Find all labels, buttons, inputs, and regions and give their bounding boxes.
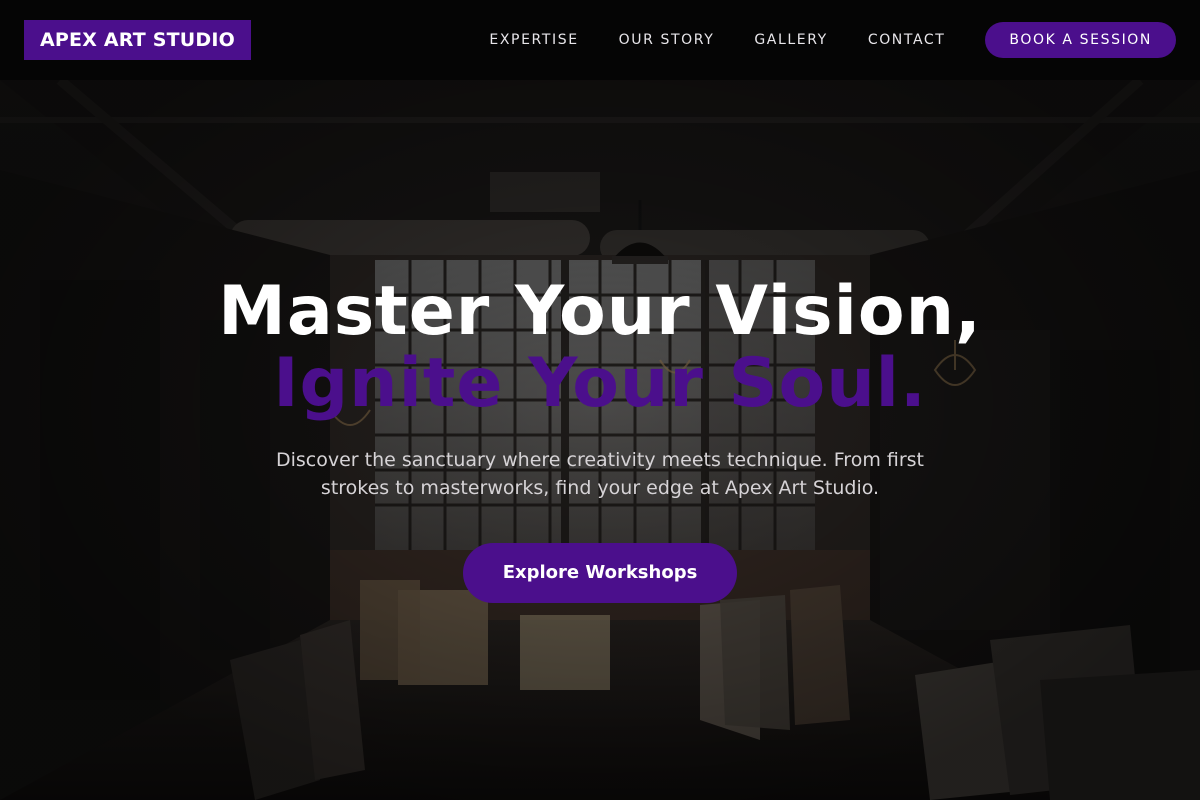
nav-link-contact[interactable]: CONTACT [868,22,946,58]
hero-section: Master Your Vision, Ignite Your Soul. Di… [0,80,1200,800]
top-navbar: APEX ART STUDIO EXPERTISE OUR STORY GALL… [0,0,1200,80]
hero-headline: Master Your Vision, Ignite Your Soul. [0,276,1200,420]
hero-subtext: Discover the sanctuary where creativity … [275,449,925,499]
hero-content: Master Your Vision, Ignite Your Soul. Di… [0,80,1200,800]
headline-line-1: Master Your Vision, [218,272,982,351]
nav-links: EXPERTISE OUR STORY GALLERY CONTACT BOOK… [489,22,1176,58]
nav-link-our-story[interactable]: OUR STORY [619,22,715,58]
headline-line-2: Ignite Your Soul. [273,344,927,423]
nav-link-expertise[interactable]: EXPERTISE [489,22,578,58]
brand-logo[interactable]: APEX ART STUDIO [24,20,251,60]
book-session-button[interactable]: BOOK A SESSION [985,22,1176,58]
explore-workshops-button[interactable]: Explore Workshops [463,543,737,603]
nav-link-gallery[interactable]: GALLERY [754,22,827,58]
